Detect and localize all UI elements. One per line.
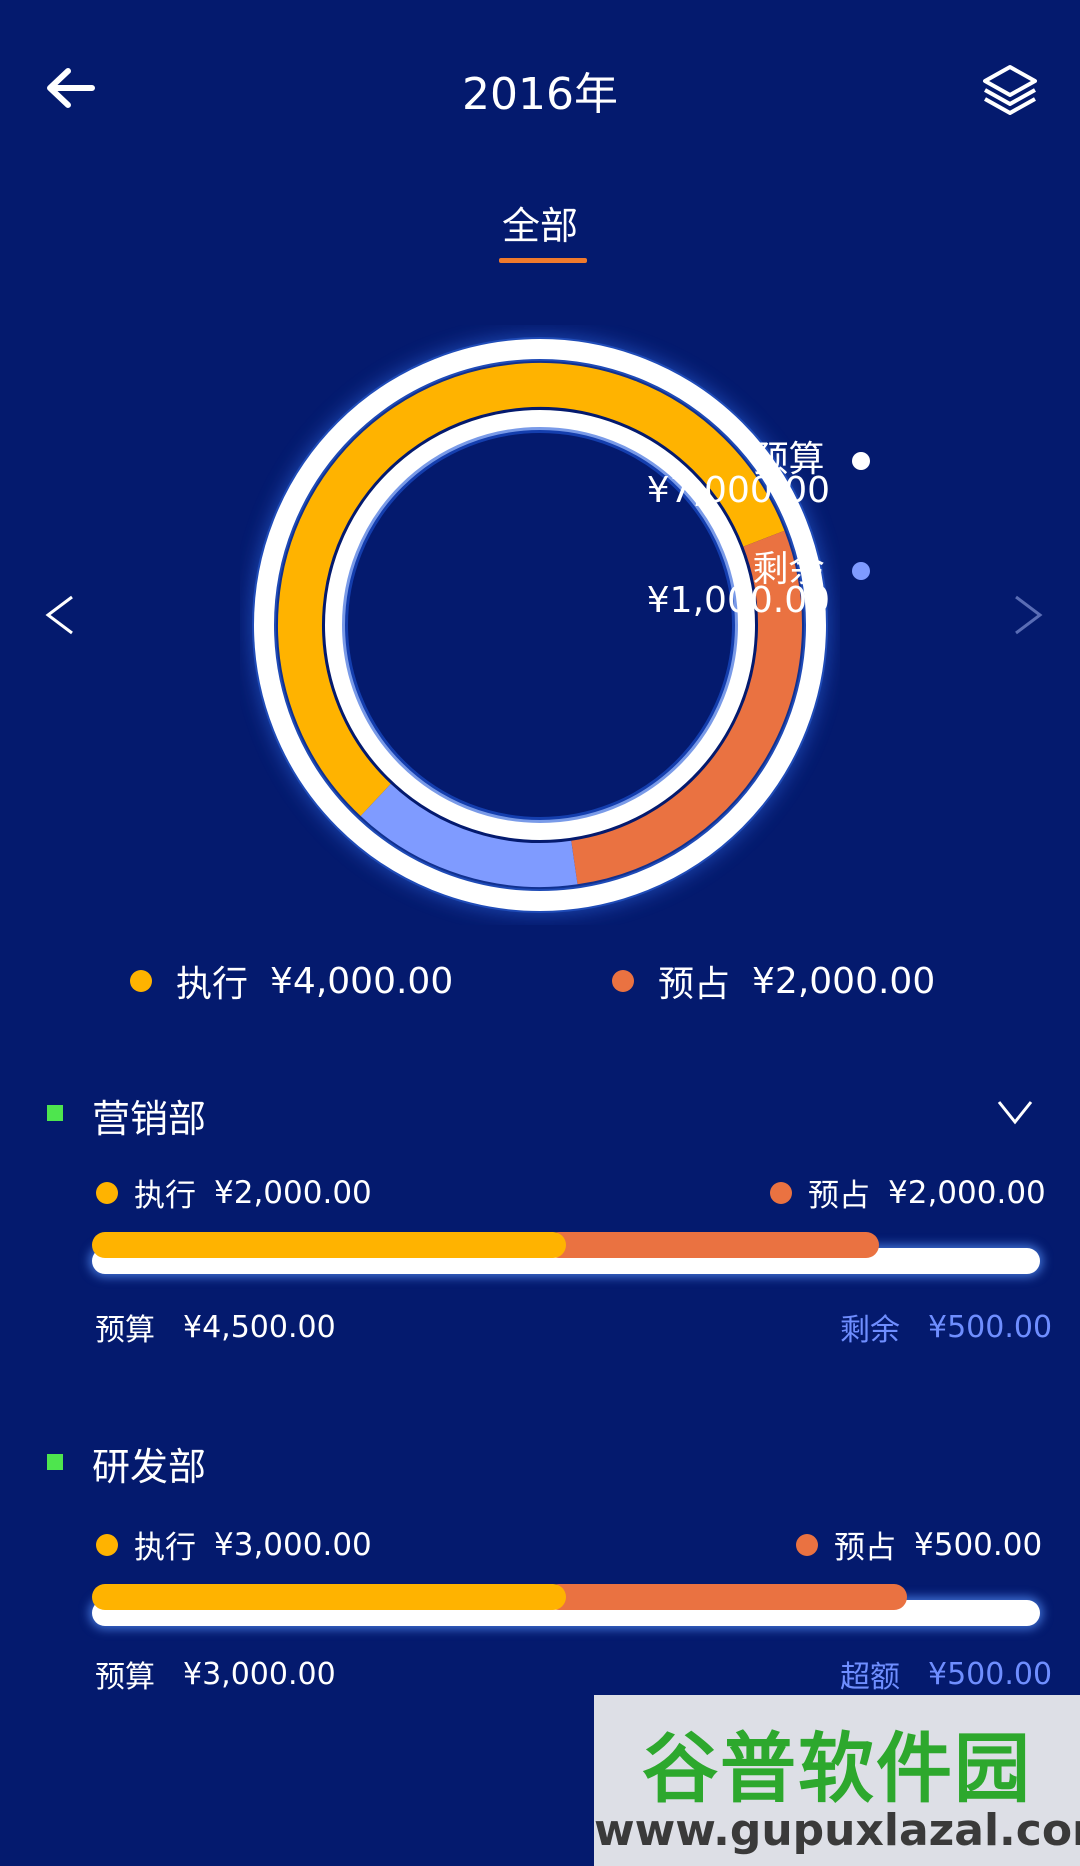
reserved-dot	[770, 1181, 792, 1204]
chevron-right-icon	[1015, 595, 1043, 635]
budget-label: 预算	[95, 1313, 155, 1348]
next-button[interactable]	[1000, 585, 1050, 645]
department-executed: 执行 ¥2,000.00	[96, 1170, 372, 1215]
department-budget: 预算 ¥3,000.00	[95, 1652, 336, 1696]
reserved-label: 预占	[834, 1530, 896, 1566]
budget-donut-chart: 预算 ¥7,000.00 剩余 ¥1,000.00	[240, 325, 870, 925]
department-marker	[47, 1454, 63, 1470]
layers-icon	[983, 65, 1037, 115]
center-remaining-value: ¥1,000.00	[646, 580, 830, 621]
chevron-left-icon	[45, 595, 73, 635]
department-budget: 预算 ¥4,500.00	[95, 1305, 336, 1349]
header: 2016年	[0, 0, 1080, 180]
reserved-value: ¥2,000.00	[888, 1174, 1046, 1211]
remaining-dot	[852, 562, 870, 580]
reserved-label: 预占	[808, 1178, 870, 1214]
chevron-down-icon	[997, 1101, 1033, 1125]
budget-dot	[852, 452, 870, 470]
tab-active-indicator	[499, 258, 587, 263]
department-progress-bar	[92, 1232, 1040, 1274]
tab-all[interactable]: 全部	[480, 195, 600, 250]
donut-svg	[252, 337, 828, 913]
executed-dot	[130, 970, 152, 992]
legend-executed-value: ¥4,000.00	[270, 960, 454, 1002]
executed-dot	[96, 1181, 118, 1204]
status-value: ¥500.00	[928, 1656, 1053, 1692]
budget-value: ¥3,000.00	[183, 1656, 336, 1692]
expand-button[interactable]	[995, 1092, 1035, 1132]
department-status: 剩余 ¥500.00	[840, 1305, 1052, 1349]
executed-label: 执行	[134, 1178, 196, 1214]
department-name: 营销部	[92, 1097, 207, 1141]
watermark-text: 谷普软件园	[642, 1724, 1032, 1813]
executed-bar-segment	[92, 1584, 566, 1610]
budget-page: 2016年 全部 预算 ¥7,000.00 剩余 ¥1,000.00 执行 ¥4…	[0, 0, 1080, 1866]
executed-dot	[96, 1533, 118, 1556]
status-value: ¥500.00	[928, 1309, 1053, 1345]
legend-executed: 执行 ¥4,000.00	[130, 955, 453, 1007]
center-budget-value: ¥7,000.00	[646, 470, 830, 511]
department-progress-bar	[92, 1584, 1040, 1626]
legend-executed-label: 执行	[176, 964, 249, 1005]
department-status: 超额 ¥500.00	[840, 1652, 1052, 1696]
legend-reserved: 预占 ¥2,000.00	[612, 955, 935, 1007]
department-name: 研发部	[92, 1445, 207, 1489]
department-marker	[47, 1105, 63, 1121]
reserved-value: ¥500.00	[914, 1526, 1043, 1563]
prev-button[interactable]	[38, 585, 88, 645]
status-label: 剩余	[840, 1313, 900, 1348]
executed-bar-segment	[92, 1232, 566, 1258]
executed-label: 执行	[134, 1530, 196, 1566]
reserved-bar-segment	[546, 1232, 879, 1258]
reserved-bar-segment	[546, 1584, 907, 1610]
status-label: 超额	[840, 1660, 900, 1695]
page-title: 2016年	[462, 69, 618, 120]
department-executed: 执行 ¥3,000.00	[96, 1522, 372, 1567]
reserved-dot	[612, 970, 634, 992]
legend-reserved-label: 预占	[658, 964, 731, 1005]
executed-value: ¥2,000.00	[214, 1174, 372, 1211]
executed-value: ¥3,000.00	[214, 1526, 372, 1563]
watermark: 谷普软件园 www.gupuxlazal.com	[594, 1695, 1080, 1866]
department-reserved: 预占 ¥500.00	[796, 1522, 1042, 1567]
reserved-dot	[796, 1533, 818, 1556]
budget-value: ¥4,500.00	[183, 1309, 336, 1345]
department-card[interactable]: 营销部 执行 ¥2,000.00 预占 ¥2,000.00 预算 ¥4,500.…	[0, 1070, 1080, 1360]
layers-button[interactable]	[975, 55, 1045, 125]
watermark-url: www.gupuxlazal.com	[594, 1805, 1080, 1856]
budget-label: 预算	[95, 1660, 155, 1695]
department-card[interactable]: 研发部 执行 ¥3,000.00 预占 ¥500.00 预算 ¥3,000.00…	[0, 1422, 1080, 1712]
department-reserved: 预占 ¥2,000.00	[770, 1170, 1046, 1215]
legend-reserved-value: ¥2,000.00	[752, 960, 936, 1002]
